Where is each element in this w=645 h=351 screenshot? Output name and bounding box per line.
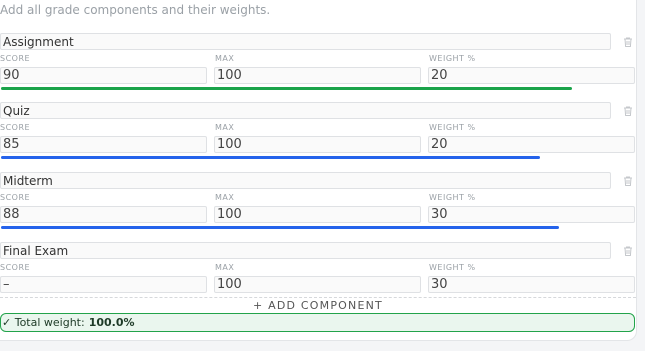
- trash-icon[interactable]: [622, 175, 634, 187]
- max-label: MAX: [215, 263, 235, 272]
- total-weight-value: 100.0%: [88, 316, 135, 329]
- max-input[interactable]: 100: [214, 276, 421, 293]
- weight-label: WEIGHT %: [429, 263, 476, 272]
- total-weight-label: Total weight:: [14, 316, 85, 329]
- score-input[interactable]: 90: [0, 67, 207, 84]
- score-progress-bar: [1, 156, 540, 159]
- score-label: SCORE: [0, 54, 31, 63]
- component-name-input[interactable]: Assignment: [0, 33, 611, 50]
- total-weight-status: ✓ Total weight: 100.0%: [0, 313, 635, 332]
- weight-input[interactable]: 30: [428, 276, 635, 293]
- score-input[interactable]: 88: [0, 206, 207, 223]
- weight-input[interactable]: 20: [428, 136, 635, 153]
- weight-label: WEIGHT %: [429, 54, 476, 63]
- max-label: MAX: [215, 123, 235, 132]
- check-icon: ✓: [2, 316, 12, 329]
- weight-input[interactable]: 30: [428, 206, 635, 223]
- weight-label: WEIGHT %: [429, 123, 476, 132]
- max-input[interactable]: 100: [214, 136, 421, 153]
- component-name-input[interactable]: Final Exam: [0, 242, 611, 259]
- max-label: MAX: [215, 54, 235, 63]
- score-progress-bar: [1, 87, 572, 90]
- grade-components-card: Add all grade components and their weigh…: [0, 0, 637, 341]
- score-progress-bar: [1, 226, 559, 229]
- score-label: SCORE: [0, 263, 31, 272]
- subtitle: Add all grade components and their weigh…: [0, 3, 271, 17]
- score-input[interactable]: –: [0, 276, 207, 293]
- add-component-label: + ADD COMPONENT: [253, 299, 383, 312]
- trash-icon[interactable]: [622, 36, 634, 48]
- component-name-input[interactable]: Midterm: [0, 172, 611, 189]
- trash-icon[interactable]: [622, 245, 634, 257]
- trash-icon[interactable]: [622, 105, 634, 117]
- max-input[interactable]: 100: [214, 206, 421, 223]
- weight-input[interactable]: 20: [428, 67, 635, 84]
- max-input[interactable]: 100: [214, 67, 421, 84]
- score-label: SCORE: [0, 123, 31, 132]
- max-label: MAX: [215, 193, 235, 202]
- score-input[interactable]: 85: [0, 136, 207, 153]
- weight-label: WEIGHT %: [429, 193, 476, 202]
- component-name-input[interactable]: Quiz: [0, 102, 611, 119]
- score-label: SCORE: [0, 193, 31, 202]
- add-component-button[interactable]: + ADD COMPONENT: [0, 297, 636, 312]
